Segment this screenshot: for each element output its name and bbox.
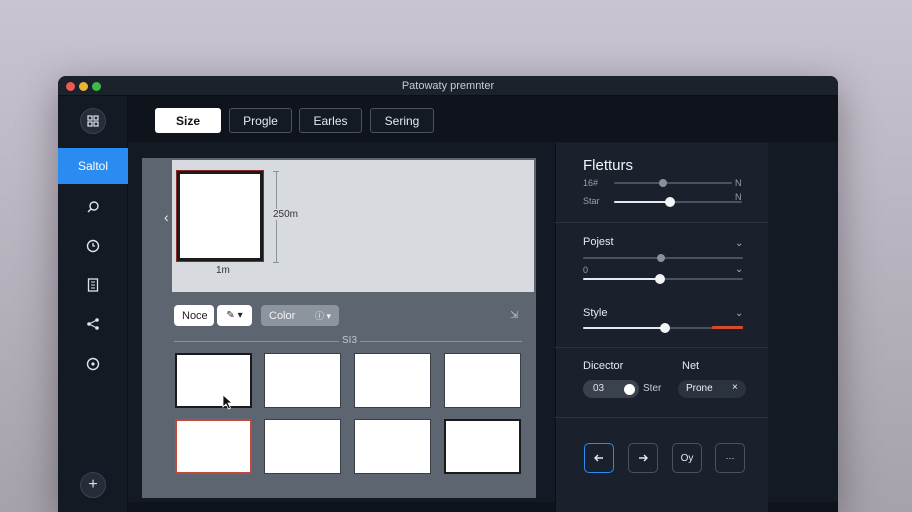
slider-5-handle[interactable] xyxy=(660,323,670,333)
slider-4-handle[interactable] xyxy=(655,274,665,284)
thumbnail-8[interactable] xyxy=(444,419,521,474)
slider-4-fill xyxy=(583,278,660,280)
panel-divider-3 xyxy=(555,417,768,418)
chevron-down-icon[interactable]: ⌄ xyxy=(735,264,743,275)
search-icon[interactable] xyxy=(80,194,106,220)
back-button[interactable] xyxy=(584,443,614,473)
toggle-right-label: Ster xyxy=(643,383,662,394)
none-chip[interactable]: Noce xyxy=(174,305,214,326)
director-label: Dicector xyxy=(583,360,624,372)
arrow-right-icon xyxy=(639,454,648,462)
tab-size[interactable]: Size xyxy=(155,108,221,133)
grid-icon[interactable] xyxy=(80,108,106,134)
ok-button[interactable]: Oy xyxy=(672,443,702,473)
thumbnail-2[interactable] xyxy=(264,353,341,408)
rail-item-active[interactable]: Saltol xyxy=(58,148,128,184)
thumbnail-5[interactable] xyxy=(175,419,252,474)
separator-label: SI3 xyxy=(339,335,361,346)
project-small-label: 0 xyxy=(583,265,589,275)
chevron-down-icon[interactable]: ⌄ xyxy=(735,238,743,249)
row1-value: N xyxy=(735,178,742,188)
slider-1-track[interactable] xyxy=(614,182,732,184)
resize-icon[interactable]: ⇲ xyxy=(510,310,518,321)
net-tag-value: Prone xyxy=(686,383,713,394)
panel-title: Fletturs xyxy=(583,157,634,174)
thumbnail-3[interactable] xyxy=(354,353,431,408)
dimension-tick-top xyxy=(273,171,279,172)
slider-3-handle[interactable] xyxy=(657,254,665,262)
title-bar: Patowaty premnter xyxy=(58,76,838,96)
dimension-label-vertical: 250m xyxy=(273,209,299,220)
chevron-down-icon[interactable]: ⌄ xyxy=(735,308,743,319)
tab-bar: Size Progle Earles Sering xyxy=(128,96,838,142)
color-chip-label: Color xyxy=(269,309,296,322)
mouse-cursor-icon xyxy=(222,394,234,415)
brush-dropdown[interactable]: ✎ ▾ xyxy=(217,305,252,326)
slider-1-handle[interactable] xyxy=(659,179,667,187)
dimension-label-horizontal: 1m xyxy=(216,265,230,276)
chevron-left-icon[interactable]: ‹ xyxy=(164,209,169,225)
row2-value: N xyxy=(735,192,742,202)
net-tag[interactable]: Prone × xyxy=(678,380,746,398)
share-icon[interactable] xyxy=(80,311,106,337)
style-section-label: Style xyxy=(583,307,608,319)
project-section-label: Pojest xyxy=(583,236,614,248)
close-icon[interactable]: × xyxy=(732,382,738,393)
dimension-tick-bottom xyxy=(273,262,279,263)
slider-2-handle[interactable] xyxy=(665,197,675,207)
tab-sering[interactable]: Sering xyxy=(370,108,434,133)
selected-shape[interactable] xyxy=(176,170,264,262)
arrow-left-icon xyxy=(594,454,603,462)
file-icon[interactable] xyxy=(80,272,106,298)
thumbnail-6[interactable] xyxy=(264,419,341,474)
clock-icon[interactable] xyxy=(80,233,106,259)
slider-2-fill xyxy=(614,201,670,203)
slider-5-red-range xyxy=(712,326,743,329)
left-rail: Saltol + xyxy=(58,96,128,512)
net-label: Net xyxy=(682,360,700,372)
row1-label: 16# xyxy=(583,178,599,188)
window-title: Patowaty premnter xyxy=(401,80,495,92)
slider-5-fill xyxy=(583,327,665,329)
thumbnail-7[interactable] xyxy=(354,419,431,474)
more-button[interactable]: ··· xyxy=(715,443,745,473)
row2-label: Star xyxy=(583,196,600,206)
tab-progle[interactable]: Progle xyxy=(229,108,292,133)
plus-icon[interactable]: + xyxy=(80,472,106,498)
tab-earles[interactable]: Earles xyxy=(299,108,362,133)
toggle-label: 03 xyxy=(593,383,605,394)
info-icon: ⓘ ▾ xyxy=(314,311,331,321)
color-dropdown[interactable]: Color ⓘ ▾ xyxy=(261,305,339,326)
brush-icon: ✎ ▾ xyxy=(226,310,243,321)
toggle-knob[interactable] xyxy=(624,384,635,395)
help-icon[interactable] xyxy=(80,351,106,377)
thumbnail-1[interactable] xyxy=(175,353,252,408)
forward-button[interactable] xyxy=(628,443,658,473)
panel-divider-2 xyxy=(555,347,768,348)
thumbnail-4[interactable] xyxy=(444,353,521,408)
panel-divider-1 xyxy=(555,222,768,223)
